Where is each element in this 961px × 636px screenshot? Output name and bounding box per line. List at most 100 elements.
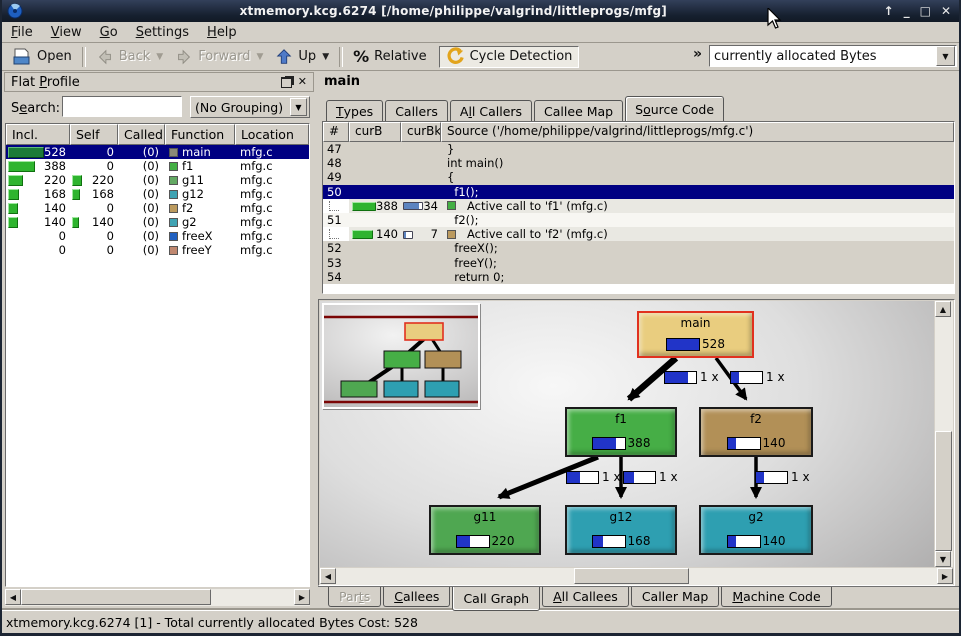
cycle-detection-icon	[446, 47, 465, 66]
call-graph-canvas[interactable]: main 528 f1 388 f2 140 g11 220 g12 168 g…	[320, 301, 934, 567]
scrollbar-thumb[interactable]	[935, 431, 952, 551]
up-button[interactable]: Up▼	[269, 46, 335, 68]
column-incl[interactable]: Incl.	[6, 124, 70, 145]
column-source[interactable]: Source ('/home/philippe/valgrind/littlep…	[441, 122, 954, 142]
percent-icon: %	[353, 47, 369, 66]
table-row[interactable]: 388 0 (0) f1 mfg.c	[6, 159, 309, 173]
back-button[interactable]: Back▼	[90, 46, 169, 68]
tab-types[interactable]: Types	[326, 100, 383, 121]
column-function[interactable]: Function	[165, 124, 235, 145]
combobox-arrow-icon[interactable]: ▼	[936, 46, 955, 66]
tab-all-callers[interactable]: All Callers	[450, 100, 532, 121]
tab-callees[interactable]: Callees	[383, 587, 450, 607]
menu-view[interactable]: View	[42, 24, 91, 41]
table-header: # curB curBk Source ('/home/philippe/val…	[323, 122, 954, 142]
function-color-icon	[169, 218, 178, 227]
graph-node-f1[interactable]: f1 388	[565, 407, 677, 457]
tree-branch-icon	[329, 201, 339, 211]
forward-dropdown-icon[interactable]: ▼	[257, 52, 264, 62]
menu-settings[interactable]: Settings	[127, 24, 198, 41]
forward-button[interactable]: Forward▼	[169, 46, 269, 68]
source-line[interactable]: 47}	[323, 142, 954, 156]
table-row[interactable]: 220 220 (0) g11 mfg.c	[6, 173, 309, 187]
cycle-detection-button[interactable]: Cycle Detection	[439, 46, 580, 68]
tab-call-graph[interactable]: Call Graph	[452, 587, 540, 611]
tab-caller-map[interactable]: Caller Map	[631, 587, 720, 607]
search-input[interactable]	[62, 96, 182, 117]
column-curbk[interactable]: curBk	[401, 122, 441, 142]
table-row[interactable]: 140 0 (0) f2 mfg.c	[6, 201, 309, 215]
relative-toggle-button[interactable]: % Relative	[347, 46, 432, 68]
graph-overview-minimap[interactable]	[322, 303, 480, 409]
scroll-right-icon[interactable]: ▶	[294, 589, 310, 605]
source-line[interactable]: 51 f2();	[323, 213, 954, 227]
close-button[interactable]: ✕	[941, 1, 951, 21]
column-curb[interactable]: curB	[349, 122, 401, 142]
dock-close-icon[interactable]: ✕	[298, 77, 307, 87]
menu-go[interactable]: Go	[91, 24, 127, 41]
up-dropdown-icon[interactable]: ▼	[322, 52, 329, 62]
source-line-selected[interactable]: 50 f1();	[323, 185, 954, 199]
tab-callers[interactable]: Callers	[385, 100, 448, 121]
graph-node-g12[interactable]: g12 168	[565, 505, 677, 555]
table-row[interactable]: 0 0 (0) freeY mfg.c	[6, 243, 309, 257]
graph-node-main[interactable]: main 528	[637, 311, 754, 358]
source-line[interactable]: 53 freeY();	[323, 256, 954, 270]
edge-label-f1-g12: 1 x	[623, 470, 678, 484]
source-line[interactable]: 48int main()	[323, 156, 954, 170]
combobox-arrow-icon[interactable]: ▼	[290, 98, 307, 116]
column-location[interactable]: Location	[235, 124, 309, 145]
open-icon	[12, 48, 32, 66]
graph-node-g11[interactable]: g11 220	[429, 505, 541, 555]
vertical-scrollbar[interactable]: ▲ ▼	[935, 301, 953, 567]
graph-node-g2[interactable]: g2 140	[699, 505, 813, 555]
scroll-up-icon[interactable]: ▲	[935, 301, 951, 317]
horizontal-scrollbar[interactable]: ◀ ▶	[5, 589, 310, 606]
dock-float-icon[interactable]	[281, 77, 292, 88]
edge-label-main-f1: 1 x	[664, 370, 719, 384]
active-call-row[interactable]: 388 34 Active call to 'f1' (mfg.c)	[323, 199, 954, 213]
shade-button[interactable]: ↑	[884, 1, 894, 21]
table-row[interactable]: 528 0 (0) main mfg.c	[6, 145, 309, 159]
maximize-button[interactable]: □	[920, 1, 931, 21]
active-call-row[interactable]: 140 7 Active call to 'f2' (mfg.c)	[323, 227, 954, 241]
menu-file[interactable]: File	[2, 24, 42, 41]
search-label: Search:	[4, 101, 60, 116]
up-icon	[275, 48, 293, 66]
table-row[interactable]: 0 0 (0) freeX mfg.c	[6, 229, 309, 243]
scroll-left-icon[interactable]: ◀	[320, 568, 336, 584]
graph-node-f2[interactable]: f2 140	[699, 407, 813, 457]
source-line[interactable]: 52 freeX();	[323, 241, 954, 255]
table-row[interactable]: 140 140 (0) g2 mfg.c	[6, 215, 309, 229]
horizontal-scrollbar[interactable]: ◀ ▶	[320, 568, 953, 585]
scrollbar-thumb[interactable]	[574, 568, 689, 584]
scrollbar-thumb[interactable]	[21, 589, 211, 605]
function-color-icon	[169, 246, 178, 255]
tree-branch-icon	[329, 229, 339, 239]
dock-titlebar: Flat Profile ✕	[4, 72, 314, 92]
menu-help[interactable]: Help	[198, 24, 246, 41]
column-self[interactable]: Self	[70, 124, 118, 145]
tab-source-code[interactable]: Source Code	[625, 96, 724, 121]
scroll-left-icon[interactable]: ◀	[5, 589, 21, 605]
tab-callee-map[interactable]: Callee Map	[534, 100, 623, 121]
column-called[interactable]: Called	[118, 124, 165, 145]
grouping-combobox[interactable]: (No Grouping) ▼	[190, 96, 310, 118]
edge-label-f1-g11: 1 x	[566, 470, 621, 484]
event-type-combobox[interactable]: currently allocated Bytes ▼	[709, 45, 957, 67]
tab-parts: Parts	[328, 587, 381, 607]
scroll-right-icon[interactable]: ▶	[937, 568, 953, 584]
open-button[interactable]: Open	[6, 46, 78, 68]
column-line-number[interactable]: #	[323, 122, 349, 142]
minimize-button[interactable]: _	[904, 1, 910, 21]
source-line[interactable]: 49{	[323, 170, 954, 184]
table-row[interactable]: 168 168 (0) g12 mfg.c	[6, 187, 309, 201]
tab-machine-code[interactable]: Machine Code	[721, 587, 831, 607]
back-dropdown-icon[interactable]: ▼	[156, 52, 163, 62]
scroll-down-icon[interactable]: ▼	[935, 551, 951, 567]
flat-profile-table: Incl. Self Called Function Location 528 …	[5, 123, 310, 587]
tab-all-callees[interactable]: All Callees	[542, 587, 629, 607]
function-color-icon	[169, 176, 178, 185]
toolbar-overflow-icon[interactable]: »	[693, 46, 702, 62]
source-line[interactable]: 54 return 0;	[323, 270, 954, 284]
